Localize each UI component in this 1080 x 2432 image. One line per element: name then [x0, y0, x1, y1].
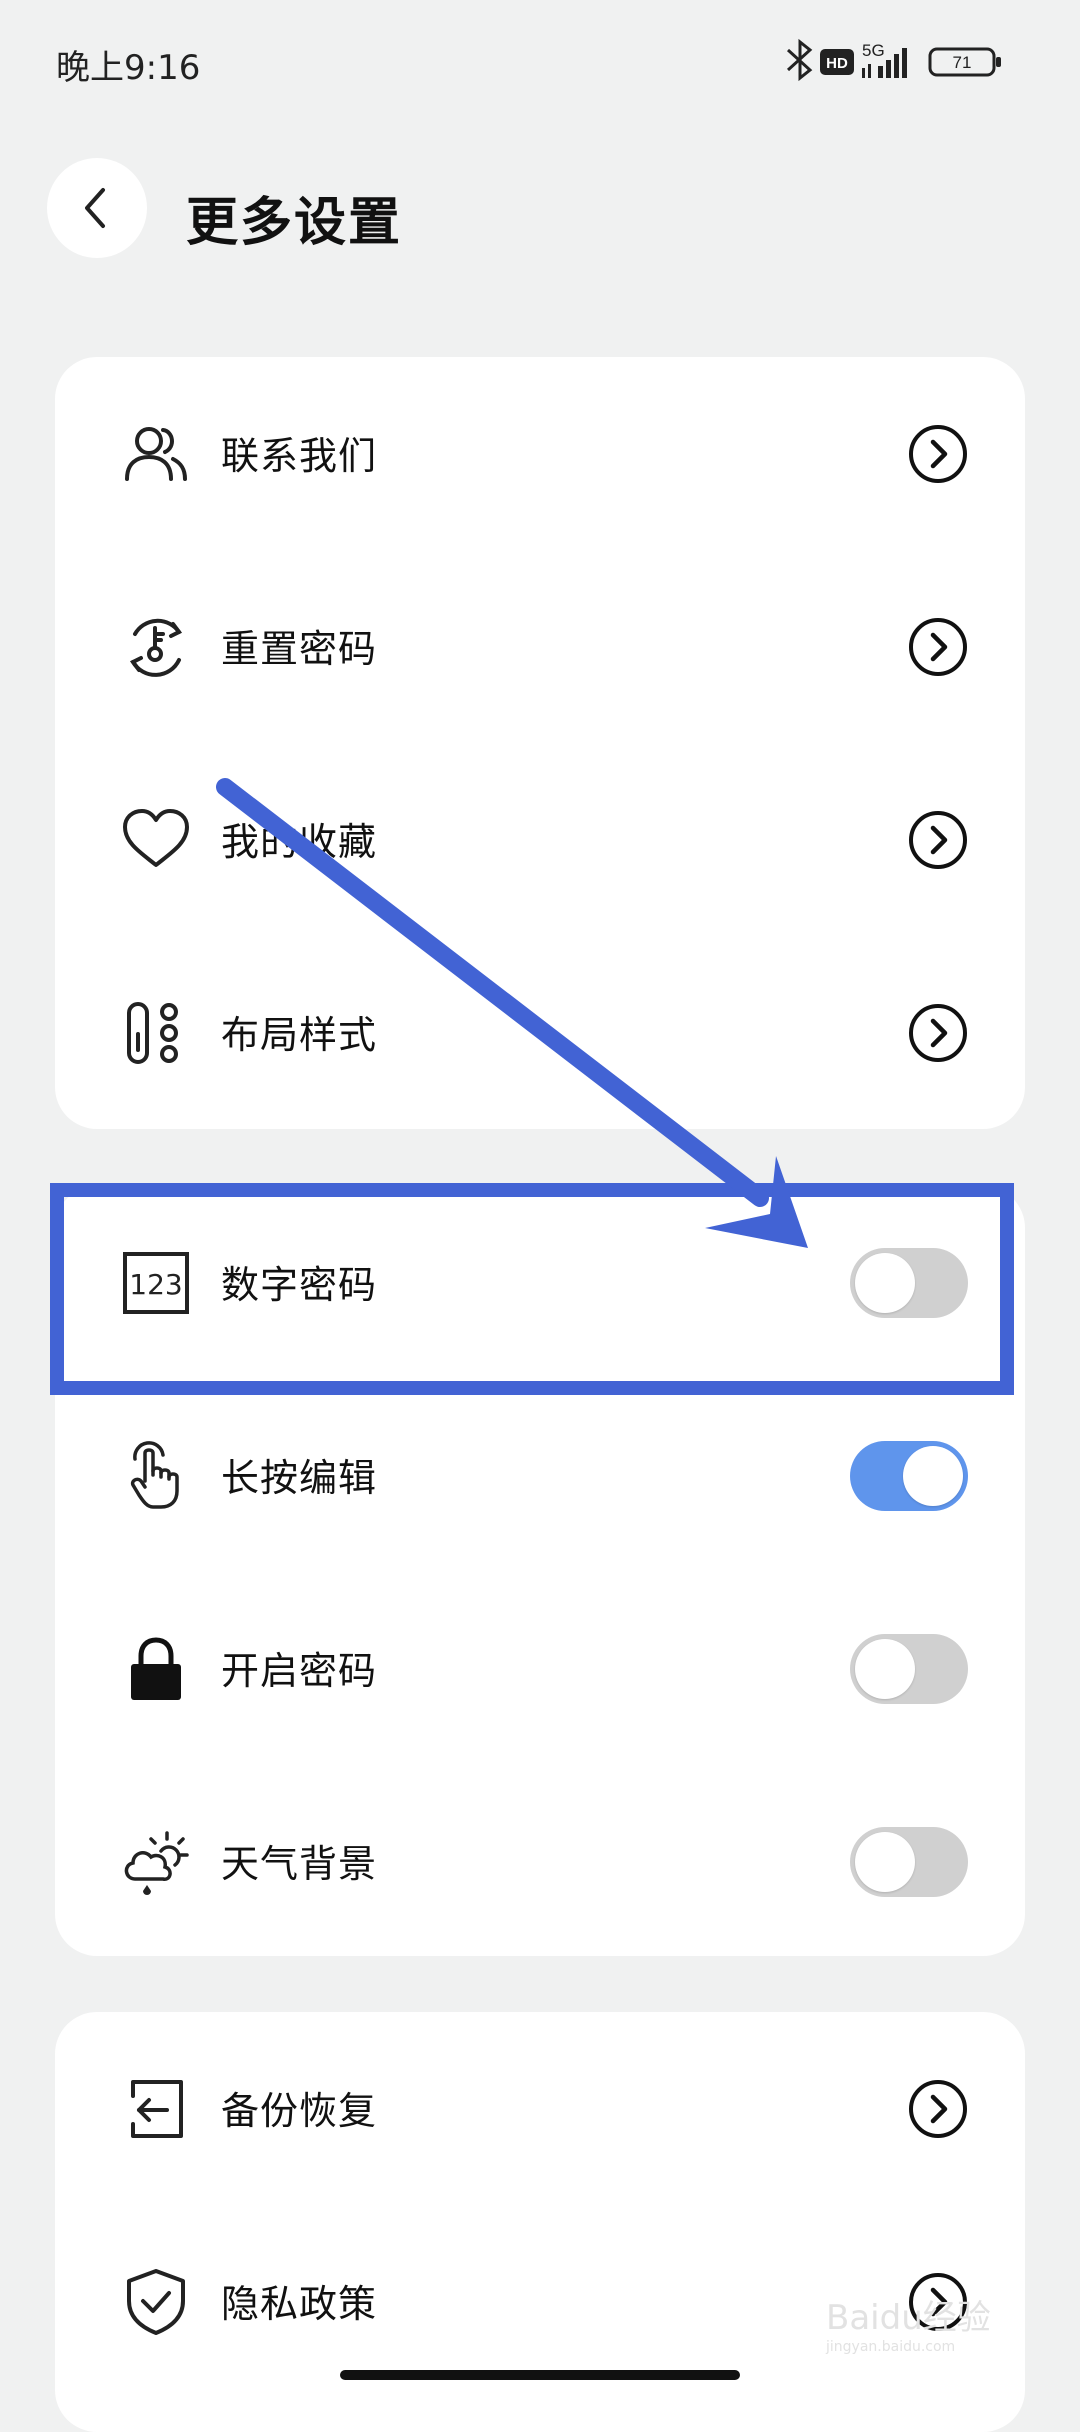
- numeric-password-toggle[interactable]: [850, 1248, 968, 1318]
- signal-5g-icon: 5G: [862, 41, 907, 78]
- row-label: 天气背景: [221, 1842, 378, 1886]
- row-label: 重置密码: [221, 627, 378, 671]
- watermark-url: jingyan.baidu.com: [826, 2339, 956, 2355]
- row-numeric-password[interactable]: 123 数字密码: [55, 1186, 1025, 1379]
- battery-icon: 71: [928, 47, 1001, 77]
- row-label: 开启密码: [221, 1649, 378, 1693]
- watermark-brand: Baidu经验: [826, 2298, 991, 2338]
- numeric-123-icon: 123: [123, 1252, 189, 1314]
- status-bar: 晚上9:16 HD 5G 71: [0, 0, 1080, 120]
- row-my-favorites[interactable]: 我的收藏: [55, 743, 1025, 936]
- svg-text:123: 123: [129, 1268, 182, 1301]
- row-label: 我的收藏: [221, 820, 378, 864]
- chevron-right-circle-icon[interactable]: [907, 616, 969, 678]
- chevron-left-icon: [85, 188, 105, 228]
- row-enable-password[interactable]: 开启密码: [55, 1572, 1025, 1765]
- weather-background-toggle[interactable]: [850, 1827, 968, 1897]
- chevron-right-circle-icon[interactable]: [907, 423, 969, 485]
- watermark: Baidu经验 jingyan.baidu.com: [826, 2290, 1026, 2370]
- back-button[interactable]: [47, 158, 147, 258]
- reset-key-icon: [129, 618, 183, 677]
- hd-badge-text: HD: [826, 55, 848, 72]
- long-press-edit-toggle[interactable]: [850, 1441, 968, 1511]
- row-label: 备份恢复: [221, 2089, 378, 2133]
- page-title: 更多设置: [186, 193, 403, 253]
- row-label: 隐私政策: [221, 2282, 378, 2326]
- lock-icon: [131, 1637, 181, 1700]
- network-label: 5G: [862, 41, 885, 60]
- contacts-icon: [125, 427, 187, 481]
- settings-card-toggles: 123 数字密码 长按编辑 开启密码 天气背景: [55, 1186, 1025, 1956]
- chevron-right-circle-icon[interactable]: [907, 1002, 969, 1064]
- row-reset-password[interactable]: 重置密码: [55, 550, 1025, 743]
- backup-restore-icon: [131, 2080, 183, 2138]
- touch-hand-icon: [130, 1441, 179, 1509]
- enable-password-toggle[interactable]: [850, 1634, 968, 1704]
- row-backup-restore[interactable]: 备份恢复: [55, 2012, 1025, 2205]
- row-label: 数字密码: [221, 1263, 378, 1307]
- home-indicator[interactable]: [340, 2370, 740, 2380]
- chevron-right-circle-icon[interactable]: [907, 2078, 969, 2140]
- row-contact-us[interactable]: 联系我们: [55, 357, 1025, 550]
- row-label: 布局样式: [221, 1013, 378, 1057]
- row-label: 联系我们: [221, 434, 378, 478]
- layout-icon: [127, 1002, 178, 1064]
- row-long-press-edit[interactable]: 长按编辑: [55, 1379, 1025, 1572]
- row-label: 长按编辑: [221, 1456, 378, 1500]
- chevron-right-circle-icon[interactable]: [907, 809, 969, 871]
- bluetooth-icon: [786, 38, 813, 82]
- heart-icon: [123, 809, 189, 867]
- battery-level: 71: [953, 53, 972, 72]
- weather-icon: [124, 1831, 189, 1895]
- row-weather-background[interactable]: 天气背景: [55, 1765, 1025, 1958]
- row-layout-style[interactable]: 布局样式: [55, 936, 1025, 1129]
- status-time: 晚上9:16: [56, 48, 201, 88]
- shield-check-icon: [127, 2269, 185, 2335]
- settings-card-navigation: 联系我们 重置密码 我的收藏 布局样式: [55, 357, 1025, 1129]
- page-header: 更多设置: [0, 150, 1080, 270]
- hd-icon: HD: [820, 49, 854, 75]
